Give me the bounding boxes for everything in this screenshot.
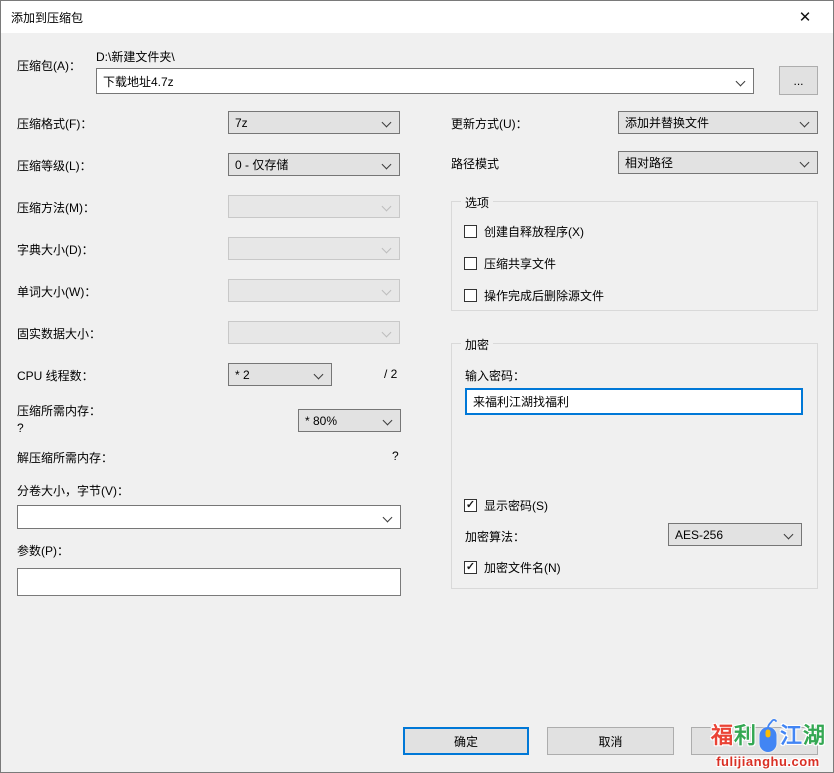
volume-size-combobox[interactable] — [17, 505, 401, 529]
method-label: 压缩方法(M)： — [17, 201, 95, 215]
archive-name-value: 下载地址4.7z — [103, 74, 174, 89]
close-icon[interactable]: ✕ — [785, 1, 825, 33]
create-sfx-label: 创建自释放程序(X) — [484, 225, 584, 239]
checkbox-box[interactable] — [464, 289, 477, 302]
checkbox-box[interactable]: ✓ — [464, 561, 477, 574]
update-mode-label: 更新方式(U)： — [451, 117, 528, 131]
ok-button[interactable]: 确定 — [403, 727, 529, 755]
method-select — [228, 195, 400, 218]
chevron-down-icon — [783, 529, 794, 540]
archive-dir-text: D:\新建文件夹\ — [96, 50, 175, 64]
chevron-down-icon — [382, 415, 393, 426]
encrypt-filenames-label: 加密文件名(N) — [484, 561, 561, 575]
create-sfx-checkbox[interactable]: 创建自释放程序(X) — [464, 223, 584, 240]
chevron-down-icon — [381, 327, 392, 338]
chevron-down-icon[interactable] — [382, 512, 393, 523]
add-to-archive-dialog: 添加到压缩包 ✕ 压缩包(A)： D:\新建文件夹\ 下载地址4.7z ... … — [0, 0, 834, 773]
word-size-label: 单词大小(W)： — [17, 285, 97, 299]
solid-block-size-label: 固实数据大小： — [17, 327, 102, 341]
mouse-icon — [759, 719, 777, 752]
level-label: 压缩等级(L)： — [17, 159, 92, 173]
memory-usage-value: ? — [17, 421, 24, 435]
password-input[interactable] — [465, 388, 803, 415]
show-password-checkbox[interactable]: ✓ 显示密码(S) — [464, 497, 548, 514]
chevron-down-icon — [381, 159, 392, 170]
encryption-group-title: 加密 — [461, 336, 494, 353]
dialog-title: 添加到压缩包 — [11, 10, 84, 25]
delete-after-label: 操作完成后删除源文件 — [484, 289, 605, 303]
parameters-input[interactable] — [17, 568, 401, 596]
show-password-label: 显示密码(S) — [484, 499, 548, 513]
path-mode-select[interactable]: 相对路径 — [618, 151, 818, 174]
browse-button[interactable]: ... — [779, 66, 818, 95]
encryption-method-select[interactable]: AES-256 — [668, 523, 802, 546]
chevron-down-icon — [381, 285, 392, 296]
chevron-down-icon — [381, 243, 392, 254]
compress-shared-checkbox[interactable]: 压缩共享文件 — [464, 255, 556, 272]
checkbox-box[interactable] — [464, 257, 477, 270]
word-size-select — [228, 279, 400, 302]
chevron-down-icon — [799, 117, 810, 128]
update-mode-select[interactable]: 添加并替换文件 — [618, 111, 818, 134]
path-mode-label: 路径模式 — [451, 157, 500, 171]
checkbox-box[interactable] — [464, 225, 477, 238]
parameters-label: 参数(P)： — [17, 544, 69, 558]
level-select[interactable]: 0 - 仅存储 — [228, 153, 400, 176]
cpu-threads-select[interactable]: * 2 — [228, 363, 332, 386]
delete-after-checkbox[interactable]: 操作完成后删除源文件 — [464, 287, 604, 304]
watermark-url: fulijianghu.com — [716, 754, 820, 769]
archive-name-combobox[interactable]: 下载地址4.7z — [96, 68, 754, 94]
dictionary-size-select — [228, 237, 400, 260]
cancel-button[interactable]: 取消 — [547, 727, 674, 755]
options-group-title: 选项 — [461, 194, 494, 211]
titlebar: 添加到压缩包 ✕ — [1, 1, 833, 33]
format-select[interactable]: 7z — [228, 111, 400, 134]
enter-password-label: 输入密码： — [465, 369, 526, 383]
decompress-memory-label: 解压缩所需内存： — [17, 451, 114, 465]
checkbox-box[interactable]: ✓ — [464, 499, 477, 512]
chevron-down-icon — [381, 201, 392, 212]
watermark-text: 福 利 江 湖 — [711, 719, 825, 753]
solid-block-size-select — [228, 321, 400, 344]
watermark-logo: 福 利 江 湖 fulijianghu.com — [711, 719, 825, 769]
chevron-down-icon — [799, 157, 810, 168]
compress-shared-label: 压缩共享文件 — [484, 257, 557, 271]
decompress-memory-value: ? — [392, 449, 399, 463]
archive-label: 压缩包(A)： — [17, 59, 81, 73]
encryption-method-label: 加密算法： — [465, 530, 526, 544]
chevron-down-icon[interactable] — [735, 76, 746, 87]
encrypt-filenames-checkbox[interactable]: ✓ 加密文件名(N) — [464, 559, 561, 576]
memory-usage-select[interactable]: * 80% — [298, 409, 401, 432]
cpu-threads-label: CPU 线程数： — [17, 369, 94, 383]
dictionary-size-label: 字典大小(D)： — [17, 243, 94, 257]
chevron-down-icon — [381, 117, 392, 128]
volume-size-label: 分卷大小，字节(V)： — [17, 484, 129, 498]
chevron-down-icon — [313, 369, 324, 380]
format-label: 压缩格式(F)： — [17, 117, 93, 131]
memory-usage-label: 压缩所需内存： — [17, 404, 102, 418]
cpu-threads-max-text: / 2 — [384, 367, 398, 381]
